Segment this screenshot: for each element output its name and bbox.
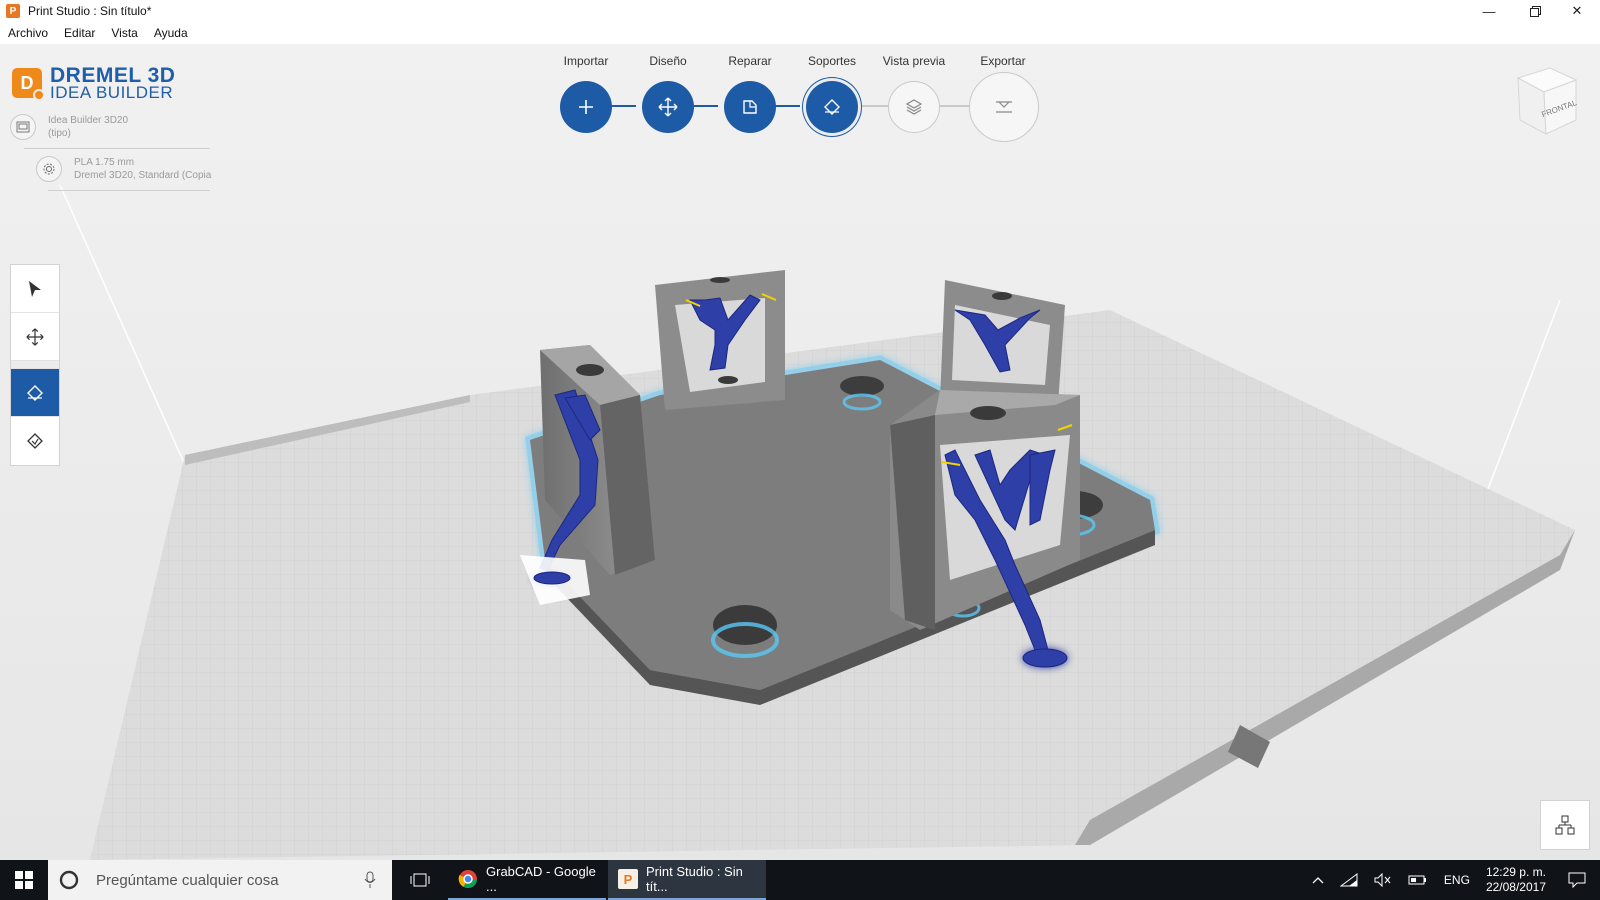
taskbar-app-label: GrabCAD - Google ...: [486, 864, 596, 894]
printer-name: Idea Builder 3D20: [48, 115, 129, 126]
notification-icon: [1568, 872, 1586, 888]
printer-icon: [10, 114, 36, 140]
select-arrow-icon: [29, 280, 41, 297]
cortana-icon: [59, 870, 79, 890]
action-center-button[interactable]: [1568, 872, 1586, 888]
taskbar-app-print-studio[interactable]: P Print Studio : Sin tít...: [608, 860, 766, 900]
add-support-icon: [27, 384, 43, 401]
step-label-diseno: Diseño: [649, 54, 687, 68]
volume-button[interactable]: [1374, 873, 1392, 887]
material-profile: Dremel 3D20, Standard (Copia: [74, 170, 212, 181]
export-icon: [996, 101, 1012, 113]
wifi-icon: [1339, 873, 1358, 887]
step-label-exportar: Exportar: [980, 54, 1026, 68]
task-view-button[interactable]: [392, 860, 448, 900]
3d-viewport[interactable]: [0, 44, 1600, 860]
taskbar-app-label: Print Studio : Sin tít...: [646, 864, 743, 894]
move-icon: [26, 327, 44, 346]
windows-taskbar: Pregúntame cualquier cosa GrabCAD - Goog…: [0, 860, 1600, 900]
start-button[interactable]: [0, 860, 48, 900]
move-tool-button[interactable]: [11, 313, 59, 361]
volume-edge: [1479, 299, 1561, 511]
chevron-up-icon: [1312, 877, 1324, 884]
view-cube[interactable]: FRONTAL: [1510, 64, 1580, 138]
printer-type: (tipo): [48, 128, 71, 139]
print-studio-icon: P: [618, 869, 638, 889]
step-label-vista-previa: Vista previa: [882, 54, 946, 68]
workflow-connector: [940, 105, 970, 107]
divider: [48, 190, 210, 191]
menu-ayuda[interactable]: Ayuda: [146, 26, 196, 40]
step-importar-button[interactable]: [560, 81, 612, 133]
add-support-tool-button[interactable]: [11, 369, 59, 417]
close-button[interactable]: ✕: [1554, 0, 1600, 22]
cortana-search-box[interactable]: Pregúntame cualquier cosa: [48, 860, 392, 900]
arrange-button[interactable]: [1540, 800, 1590, 850]
material-selector[interactable]: PLA 1.75 mm Dremel 3D20, Standard (Copia: [36, 156, 211, 182]
menu-archivo[interactable]: Archivo: [0, 26, 56, 40]
show-hidden-icons-button[interactable]: [1312, 876, 1324, 884]
select-tool-button[interactable]: [11, 265, 59, 313]
volume-muted-icon: [1374, 873, 1391, 887]
battery-button[interactable]: [1408, 874, 1428, 886]
clock-date: 22/08/2017: [1485, 880, 1546, 894]
volume-edge: [59, 184, 186, 466]
layers-icon: [905, 99, 923, 115]
network-button[interactable]: [1339, 873, 1358, 887]
step-label-soportes: Soportes: [807, 54, 857, 68]
menu-bar: Archivo Editar Vista Ayuda: [0, 22, 1600, 44]
step-reparar-button[interactable]: [724, 81, 776, 133]
repair-icon: [743, 100, 757, 114]
divider: [24, 148, 210, 149]
menu-vista[interactable]: Vista: [103, 26, 145, 40]
remove-support-tool-button[interactable]: [11, 417, 59, 465]
print-studio-window: P Print Studio : Sin título* — ✕ Archivo…: [0, 0, 1600, 860]
taskbar-app-chrome[interactable]: GrabCAD - Google ...: [448, 860, 606, 900]
tool-panel: [10, 264, 60, 466]
language-indicator[interactable]: ENG: [1444, 873, 1470, 887]
dremel-badge-icon: D: [12, 68, 45, 101]
print-studio-app-icon: P: [6, 4, 20, 18]
tool-separator: [11, 361, 59, 369]
logo-product: IDEA BUILDER: [50, 83, 174, 102]
material-name: PLA 1.75 mm: [74, 157, 135, 168]
menu-editar[interactable]: Editar: [56, 26, 103, 40]
material-info: PLA 1.75 mm Dremel 3D20, Standard (Copia: [74, 156, 211, 182]
minimize-button[interactable]: —: [1466, 0, 1512, 22]
dremel-logo: D DREMEL 3D IDEA BUILDER: [12, 65, 202, 104]
step-label-importar: Importar: [563, 54, 609, 68]
step-vista-previa-button[interactable]: [888, 81, 940, 133]
task-view-icon: [410, 873, 430, 887]
clock-time: 12:29 p. m.: [1485, 865, 1546, 879]
move-icon: [658, 97, 678, 117]
printer-selector[interactable]: Idea Builder 3D20 (tipo): [10, 114, 128, 140]
gear-icon: [36, 156, 62, 182]
title-bar: P Print Studio : Sin título* — ✕: [0, 0, 1600, 22]
scene-canvas[interactable]: [0, 44, 1600, 860]
taskbar-clock[interactable]: 12:29 p. m. 22/08/2017: [1486, 865, 1546, 895]
printer-info: Idea Builder 3D20 (tipo): [48, 114, 128, 140]
windows-logo-icon: [15, 871, 33, 889]
step-diseno-button[interactable]: [642, 81, 694, 133]
supports-icon: [824, 99, 840, 115]
battery-icon: [1408, 875, 1426, 885]
restore-icon: [1529, 5, 1541, 17]
window-title: Print Studio : Sin título*: [28, 4, 152, 18]
plus-icon: [579, 100, 593, 114]
step-exportar-button[interactable]: [969, 72, 1039, 142]
step-label-reparar: Reparar: [728, 54, 772, 68]
microphone-icon[interactable]: [364, 871, 376, 889]
system-tray: ENG 12:29 p. m. 22/08/2017: [1304, 860, 1600, 900]
chrome-icon: [458, 870, 477, 889]
restore-button[interactable]: [1512, 0, 1558, 22]
arrange-icon: [1555, 815, 1575, 835]
step-soportes-button[interactable]: [806, 81, 858, 133]
search-placeholder: Pregúntame cualquier cosa: [96, 871, 279, 889]
remove-support-icon: [27, 433, 43, 449]
